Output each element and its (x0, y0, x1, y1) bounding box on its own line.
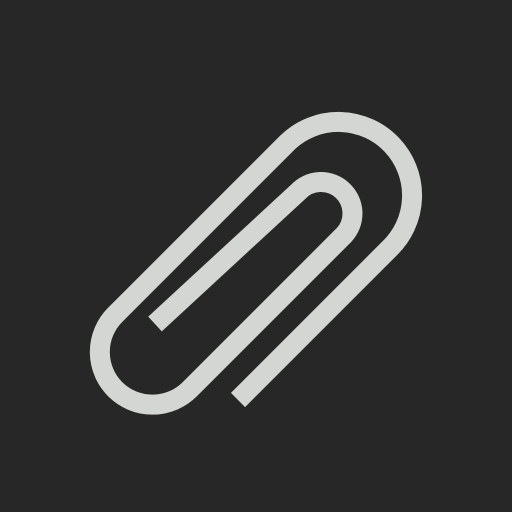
app-icon (0, 0, 512, 512)
icon-background (0, 0, 512, 512)
paperclip-icon (0, 0, 512, 512)
